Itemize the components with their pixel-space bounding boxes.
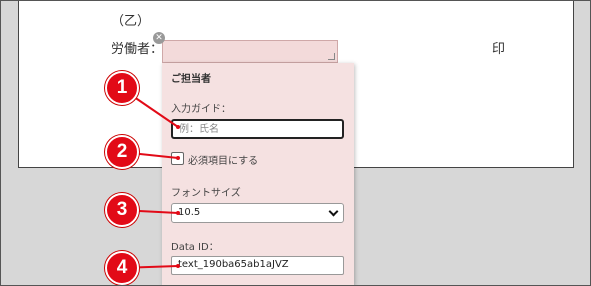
font-size-label: フォントサイズ [171, 188, 241, 199]
close-icon[interactable]: ✕ [153, 32, 165, 44]
guide-input[interactable] [171, 119, 344, 139]
panel-title: ご担当者 [171, 74, 211, 85]
field-settings-panel: ご担当者 入力ガイド： 必須項目にする フォントサイズ 10.5 Data ID… [162, 63, 354, 286]
required-checkbox[interactable] [171, 152, 184, 165]
resize-handle-icon[interactable] [328, 53, 335, 60]
callout-2: 2 [105, 135, 139, 169]
otsu-label: （乙） [111, 14, 151, 29]
chevron-down-icon [328, 206, 339, 217]
callout-1: 1 [105, 71, 139, 105]
worker-text-field[interactable] [162, 40, 338, 63]
seal-label: 印 [492, 42, 506, 57]
required-label: 必須項目にする [188, 156, 259, 167]
callout-4: 4 [105, 251, 139, 285]
data-id-label: Data ID： [171, 242, 219, 253]
callout-3: 3 [105, 193, 139, 227]
font-size-select[interactable]: 10.5 [171, 203, 344, 223]
guide-label: 入力ガイド： [171, 104, 231, 115]
data-id-input[interactable]: text_190ba65ab1aJVZ [171, 256, 344, 275]
font-size-value: 10.5 [178, 207, 201, 218]
